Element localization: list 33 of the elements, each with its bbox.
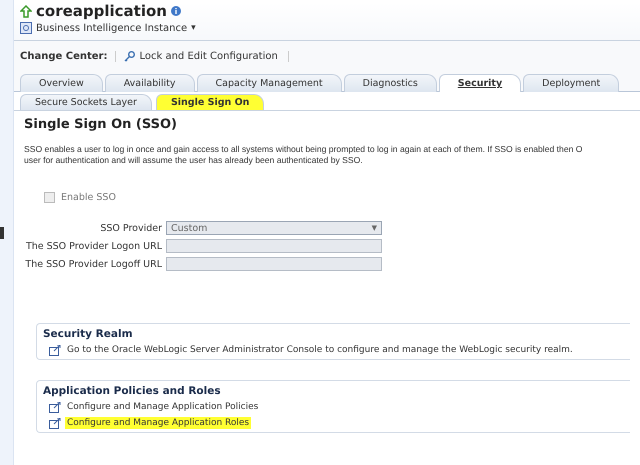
description-text: SSO enables a user to log in once and gain access to all systems without being prompted to log in again at each of them. If SSO is enabled then O bbox=[24, 144, 582, 155]
external-link-icon bbox=[49, 418, 61, 428]
instance-icon bbox=[20, 22, 32, 34]
tab[interactable]: Capacity Management bbox=[196, 74, 342, 92]
tab[interactable]: Deployment bbox=[523, 74, 620, 92]
field-label: The SSO Provider Logon URL bbox=[24, 240, 163, 252]
page-title: coreapplication bbox=[36, 2, 167, 20]
subtab[interactable]: Single Sign On bbox=[156, 94, 264, 110]
tab[interactable]: Overview bbox=[20, 74, 103, 92]
change-center-label: Change Center: bbox=[20, 51, 116, 62]
key-icon bbox=[124, 51, 136, 62]
link[interactable]: Configure and Manage Application Policies bbox=[65, 401, 260, 413]
link[interactable]: Go to the Oracle WebLogic Server Administrator Console to configure and manage the WebLogic security realm. bbox=[65, 344, 575, 356]
subtab[interactable]: Secure Sockets Layer bbox=[20, 94, 152, 110]
panel-title: Application Policies and Roles bbox=[43, 385, 222, 397]
info-icon[interactable] bbox=[170, 6, 181, 16]
splitter-handle[interactable] bbox=[0, 226, 4, 238]
lock-edit-button[interactable]: Lock and Edit Configuration bbox=[124, 51, 289, 62]
external-link-icon bbox=[49, 402, 61, 412]
tab[interactable]: Diagnostics bbox=[344, 74, 437, 92]
panel-title: Security Realm bbox=[43, 328, 134, 340]
tab[interactable]: Availability bbox=[104, 74, 195, 92]
external-link-icon bbox=[49, 344, 61, 356]
link[interactable]: Configure and Manage Application Roles bbox=[65, 417, 252, 429]
field-label: The SSO Provider Logoff URL bbox=[24, 258, 163, 270]
checkbox-label: Enable SSO bbox=[61, 192, 116, 203]
field-label: SSO Provider bbox=[99, 222, 163, 234]
instance-menu[interactable]: Business Intelligence Instance bbox=[36, 22, 188, 34]
up-arrow-icon bbox=[20, 4, 32, 18]
dropdown-caret[interactable]: ▾ bbox=[191, 23, 196, 33]
section-title: Single Sign On (SSO) bbox=[24, 117, 178, 132]
description-text: user for authentication and will assume the user has already been authenticated by SSO. bbox=[24, 155, 363, 166]
tab[interactable]: Security bbox=[438, 74, 522, 92]
